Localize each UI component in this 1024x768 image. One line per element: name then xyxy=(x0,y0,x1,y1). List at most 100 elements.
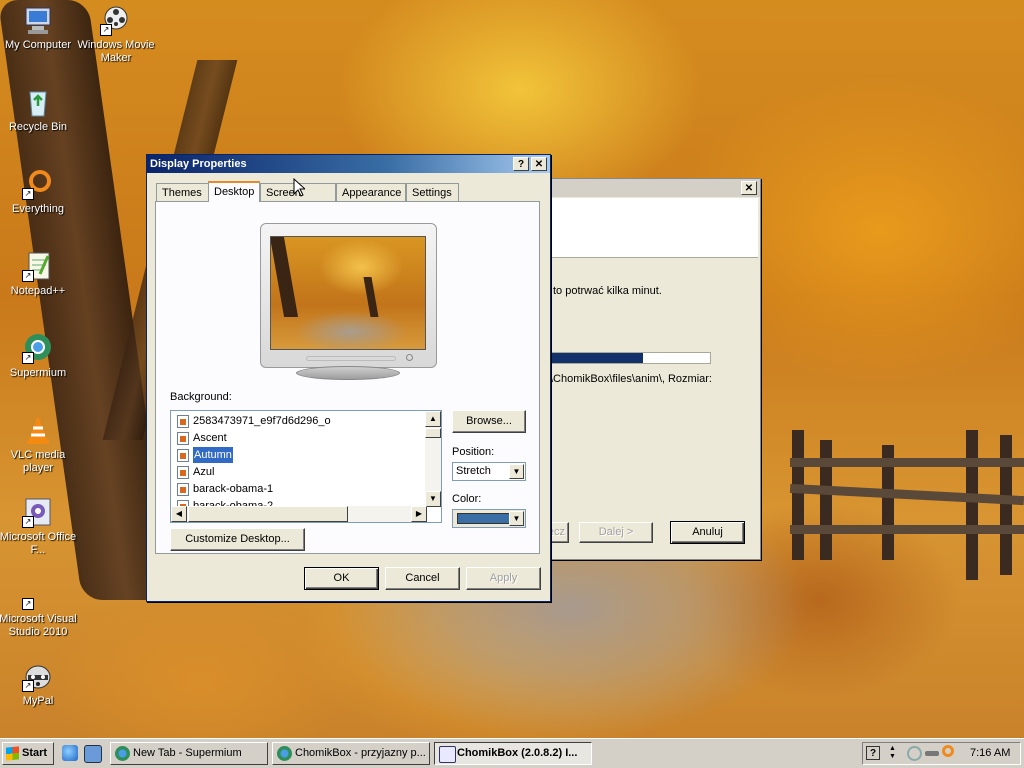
close-icon[interactable]: ✕ xyxy=(531,157,547,171)
taskbar-button-chomikbox-site[interactable]: ChomikBox - przyjazny p... xyxy=(272,742,430,765)
shortcut-arrow-icon: ↗ xyxy=(22,352,34,364)
background-label: Background: xyxy=(170,391,232,403)
browse-button[interactable]: Browse... xyxy=(452,410,526,433)
shortcut-arrow-icon: ↗ xyxy=(22,188,34,200)
clock[interactable]: 7:16 AM xyxy=(970,747,1010,759)
chomikbox-progress-fill xyxy=(550,353,643,363)
tab-appearance[interactable]: Appearance xyxy=(336,183,406,201)
desktop-icon-recycle-bin[interactable]: Recycle Bin xyxy=(0,86,78,134)
desktop-icon-label: Recycle Bin xyxy=(8,121,68,133)
mypal-raccoon-icon: ↗ xyxy=(22,660,54,692)
monitor-power-icon xyxy=(406,354,413,361)
internet-explorer-icon[interactable] xyxy=(62,745,78,761)
scroll-thumb[interactable] xyxy=(425,428,441,438)
next-button[interactable]: Dalej > xyxy=(579,522,653,543)
list-item-selected[interactable]: Autumn xyxy=(177,446,234,464)
network-icon[interactable] xyxy=(907,746,922,761)
start-button[interactable]: Start xyxy=(2,742,54,765)
chomikbox-path-text: \ChomikBox\files\anim\, Rozmiar: xyxy=(550,373,712,385)
wallpaper-preview xyxy=(270,236,426,350)
monitor-stand xyxy=(296,366,400,380)
windows-logo-icon xyxy=(6,746,19,761)
shortcut-arrow-icon: ↗ xyxy=(100,24,112,36)
position-select[interactable]: Stretch ▼ xyxy=(452,462,526,481)
shortcut-arrow-icon: ↗ xyxy=(22,598,34,610)
color-picker-button[interactable]: ▼ xyxy=(452,509,526,528)
tab-desktop[interactable]: Desktop xyxy=(208,181,260,202)
volume-arrows-icon[interactable]: ▲ ▼ xyxy=(889,745,896,761)
background-listbox[interactable]: 2583473971_e9f7d6d296_o Ascent Autumn Az… xyxy=(170,410,442,523)
show-desktop-icon[interactable] xyxy=(84,745,102,763)
scroll-up-icon[interactable]: ▲ xyxy=(425,411,441,427)
vlc-cone-icon xyxy=(22,414,54,446)
taskbar: Start New Tab - Supermium ChomikBox - pr… xyxy=(0,738,1024,768)
supermium-browser-icon xyxy=(277,746,292,761)
tab-settings[interactable]: Settings xyxy=(406,183,459,201)
desktop-icon-my-computer[interactable]: My Computer xyxy=(0,4,78,52)
customize-desktop-button[interactable]: Customize Desktop... xyxy=(170,528,305,551)
desktop-icon-visual-studio-2010[interactable]: ↗ Microsoft Visual Studio 2010 xyxy=(0,578,78,639)
list-item[interactable]: 2583473971_e9f7d6d296_o xyxy=(177,413,331,429)
chevron-down-icon[interactable]: ▼ xyxy=(509,464,524,479)
scroll-thumb[interactable] xyxy=(188,506,348,522)
desktop-icon-label: Windows Movie Maker xyxy=(77,39,155,64)
desktop-icon-windows-movie-maker[interactable]: ↗ Windows Movie Maker xyxy=(76,4,156,65)
window-title: Display Properties xyxy=(150,158,247,170)
supermium-browser-icon xyxy=(115,746,130,761)
desktop-icon-label: Everything xyxy=(12,203,64,215)
cancel-button[interactable]: Cancel xyxy=(385,567,460,590)
scroll-down-icon[interactable]: ▼ xyxy=(425,491,441,507)
desktop-icon-supermium[interactable]: ↗ Supermium xyxy=(0,332,78,380)
everything-search-icon[interactable] xyxy=(942,745,954,757)
anuluj-button[interactable]: Anuluj xyxy=(670,521,745,544)
scroll-right-icon[interactable]: ▶ xyxy=(411,506,427,522)
scroll-left-icon[interactable]: ◀ xyxy=(171,506,187,522)
list-item[interactable]: Azul xyxy=(177,464,214,480)
apply-button[interactable]: Apply xyxy=(466,567,541,590)
desktop-icon-label: MyPal xyxy=(22,695,54,707)
chomikbox-titlebar[interactable]: ✕ xyxy=(541,179,760,197)
image-file-icon xyxy=(177,414,189,428)
task-label: ChomikBox (2.0.8.2) I... xyxy=(457,747,578,759)
position-label: Position: xyxy=(452,446,495,458)
film-reel-icon: ↗ xyxy=(100,4,132,36)
visual-studio-icon: ↗ xyxy=(22,578,54,610)
tray-app-icon[interactable] xyxy=(925,751,939,756)
list-item[interactable]: Ascent xyxy=(177,430,227,446)
desktop-icon-everything[interactable]: ↗ Everything xyxy=(0,168,78,216)
desktop-icon-notepad-plus-plus[interactable]: ↗ Notepad++ xyxy=(0,250,78,298)
recycle-bin-icon xyxy=(22,86,54,118)
desktop-icon-vlc[interactable]: VLC media player xyxy=(0,414,78,475)
desktop-icon-mypal[interactable]: ↗ MyPal xyxy=(0,660,78,708)
taskbar-button-chomikbox-app[interactable]: ChomikBox (2.0.8.2) I... xyxy=(434,742,592,765)
shortcut-arrow-icon: ↗ xyxy=(22,270,34,282)
tab-themes[interactable]: Themes xyxy=(156,183,209,201)
shortcut-arrow-icon: ↗ xyxy=(22,680,34,692)
color-swatch xyxy=(457,513,511,524)
chomikbox-progress-bar xyxy=(549,352,711,364)
position-value: Stretch xyxy=(456,465,491,477)
desktop-icon-label: Notepad++ xyxy=(10,285,66,297)
mouse-cursor-icon xyxy=(293,178,305,197)
computer-icon xyxy=(22,4,54,36)
desktop-icon-label: Microsoft Office F... xyxy=(0,531,77,556)
task-label: ChomikBox - przyjazny p... xyxy=(295,747,426,759)
chevron-down-icon[interactable]: ▼ xyxy=(509,511,524,526)
list-item[interactable]: barack-obama-1 xyxy=(177,481,273,497)
close-icon[interactable]: ✕ xyxy=(741,181,757,195)
desktop-icon-label: Microsoft Visual Studio 2010 xyxy=(0,613,77,638)
desktop-icon-microsoft-office[interactable]: ↗ Microsoft Office F... xyxy=(0,496,78,557)
start-label: Start xyxy=(22,747,48,759)
display-properties-titlebar[interactable]: Display Properties ? ✕ xyxy=(147,155,550,173)
taskbar-button-supermium[interactable]: New Tab - Supermium xyxy=(110,742,268,765)
task-label: New Tab - Supermium xyxy=(133,747,242,759)
vertical-scrollbar[interactable]: ▲ ▼ xyxy=(425,411,441,507)
chomikbox-app-icon xyxy=(439,746,456,763)
notepad-icon: ↗ xyxy=(22,250,54,282)
help-icon[interactable]: ? xyxy=(513,157,529,171)
help-icon[interactable]: ? xyxy=(866,746,880,760)
ok-button[interactable]: OK xyxy=(304,567,379,590)
horizontal-scrollbar[interactable]: ◀ ▶ xyxy=(171,506,427,522)
chomikbox-window[interactable]: ✕ to potrwać kilka minut. \ChomikBox\fil… xyxy=(540,178,761,560)
desktop-icon-label: My Computer xyxy=(4,39,72,51)
